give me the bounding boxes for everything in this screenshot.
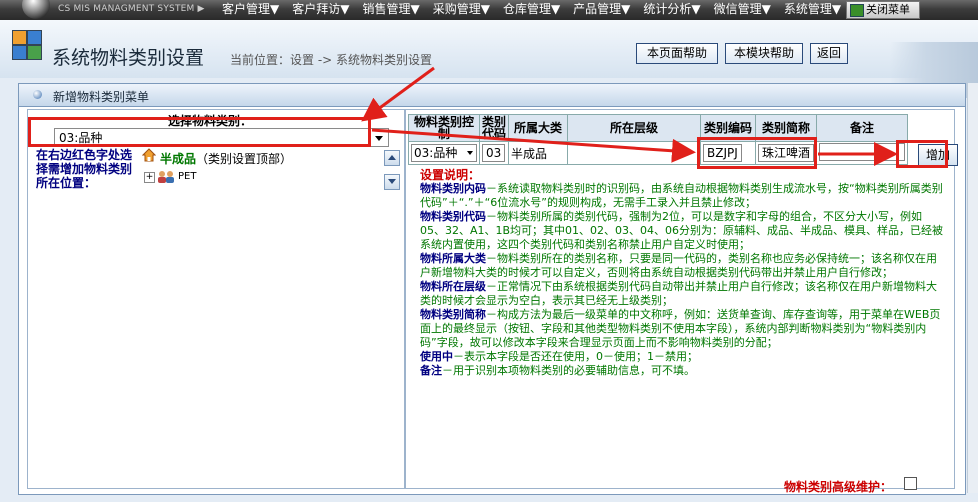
category-select[interactable]: 03:品种: [54, 128, 389, 147]
entry-row: 03:品种 03 半成品 BZJPJ 珠江啤酒: [408, 141, 909, 165]
tree-root-note: （类别设置顶部）: [196, 152, 293, 166]
note-item: 备注－用于识别本项物料类别的必要辅助信息，可不填。: [420, 364, 695, 377]
logo-icon: [22, 0, 50, 19]
add-category-panel: 新增物料类别菜单 选择物料类别： 03:品种 在右边红色字处选择需增加物料类别所…: [18, 83, 966, 495]
expand-plus-icon[interactable]: +: [144, 172, 155, 183]
close-menu-icon: [850, 4, 864, 17]
scroll-down-icon[interactable]: [384, 174, 400, 190]
level-value: [567, 141, 701, 165]
advanced-maintenance-checkbox[interactable]: [904, 477, 917, 490]
scroll-up-icon[interactable]: [384, 150, 400, 166]
menu-product[interactable]: 产品管理▼: [573, 0, 630, 20]
col-type-code: 类别编码: [700, 114, 756, 142]
menu-stats[interactable]: 统计分析▼: [643, 0, 700, 20]
menu-wechat[interactable]: 微信管理▼: [714, 0, 771, 20]
category-entry-pane: 物料类别控制 类别代码 所属大类 所在层级 类别编码 类别简称 备注 03:品种…: [405, 109, 958, 489]
chevron-down-icon: [467, 151, 473, 155]
menu-purchase[interactable]: 采购管理▼: [433, 0, 490, 20]
tree-root-node[interactable]: 半成品（类别设置顶部）: [160, 150, 292, 167]
bullet-icon: [33, 90, 42, 99]
category-value: 半成品: [508, 141, 568, 165]
system-name: CS MIS MANAGMENT SYSTEM ▶: [58, 4, 205, 14]
control-select[interactable]: 03:品种: [411, 144, 477, 162]
category-tree-pane: 选择物料类别： 03:品种 在右边红色字处选择需增加物料类别所在位置： 半成品（…: [27, 109, 405, 489]
notes-title: 设置说明：: [420, 168, 481, 182]
menu-customer[interactable]: 客户管理▼: [222, 0, 279, 20]
breadcrumb: 当前位置：设置 -> 系统物料类别设置: [230, 53, 433, 67]
page-help-button[interactable]: 本页面帮助: [636, 43, 718, 64]
type-short-field[interactable]: 珠江啤酒: [758, 144, 815, 162]
category-select-value: 03:品种: [59, 131, 103, 145]
module-help-button[interactable]: 本模块帮助: [725, 43, 803, 64]
panel-title: 新增物料类别菜单: [53, 90, 150, 104]
select-category-label: 选择物料类别：: [168, 114, 253, 128]
menu-sales[interactable]: 销售管理▼: [362, 0, 419, 20]
menu-warehouse[interactable]: 仓库管理▼: [503, 0, 560, 20]
col-category: 所属大类: [508, 114, 568, 142]
add-button[interactable]: 增加: [918, 144, 958, 166]
type-code-field[interactable]: BZJPJ: [703, 144, 742, 162]
code-field[interactable]: 03: [482, 144, 506, 162]
col-remark: 备注: [816, 114, 909, 142]
tree-scrollbar[interactable]: [384, 150, 400, 190]
remark-field[interactable]: [819, 142, 906, 161]
col-control: 物料类别控制: [408, 114, 480, 142]
home-icon: [142, 148, 156, 162]
page-header: 系统物料类别设置 当前位置：设置 -> 系统物料类别设置 本页面帮助 本模块帮助…: [0, 20, 978, 98]
col-code: 类别代码: [479, 114, 509, 142]
page-scrollbar[interactable]: [967, 83, 978, 493]
tree-root-name: 半成品: [160, 152, 197, 166]
top-menu-bar: CS MIS MANAGMENT SYSTEM ▶ 客户管理▼ 客户拜访▼ 销售…: [0, 0, 978, 21]
menu-visit[interactable]: 客户拜访▼: [292, 0, 349, 20]
close-menu-button[interactable]: 关闭菜单: [846, 1, 920, 19]
page-title: 系统物料类别设置: [52, 47, 205, 69]
close-menu-label: 关闭菜单: [866, 3, 910, 16]
menu-system[interactable]: 系统管理▼: [784, 0, 841, 20]
note-item: 使用中－表示本字段是否还在使用，0－使用；1－禁用；: [420, 350, 698, 363]
note-item: 物料类别简称－构成方法为最后一级菜单的中文称呼，例如：送货单查询、库存查询等，用…: [420, 308, 941, 349]
tree-hint: 在右边红色字处选择需增加物料类别所在位置：: [36, 148, 133, 190]
col-type-short: 类别简称: [754, 114, 818, 142]
main-menu: 客户管理▼ 客户拜访▼ 销售管理▼ 采购管理▼ 仓库管理▼ 产品管理▼ 统计分析…: [222, 0, 854, 20]
group-users-icon: [158, 171, 174, 183]
back-button[interactable]: 返回: [810, 43, 848, 64]
settings-grid-icon: [12, 30, 42, 60]
note-item: 物料类别内码－系统读取物料类别时的识别码，由系统自动根据物料类别生成流水号，按“…: [420, 182, 943, 209]
control-select-value: 03:品种: [414, 146, 458, 160]
advanced-maintenance-label: 物料类别高级维护：: [784, 480, 893, 494]
panel-header: 新增物料类别菜单: [19, 84, 965, 107]
note-item: 物料所在层级－正常情况下由系统根据类别代码自动带出并禁止用户自行修改；该名称仅在…: [420, 280, 937, 307]
entry-table: 物料类别控制 类别代码 所属大类 所在层级 类别编码 类别简称 备注 03:品种…: [408, 114, 909, 165]
settings-notes: 设置说明： 物料类别内码－系统读取物料类别时的识别码，由系统自动根据物料类别生成…: [420, 168, 946, 378]
col-level: 所在层级: [567, 114, 701, 142]
note-item: 物料类别代码－物料类别所属的类别代码，强制为2位，可以是数字和字母的组合，不区分…: [420, 210, 944, 251]
note-item: 物料所属大类－物料类别所在的类别名称，只要是同一代码的，类别名称也应务必保持统一…: [420, 252, 937, 279]
tree-child-node[interactable]: PET: [178, 171, 196, 182]
chevron-down-icon: [375, 136, 383, 141]
